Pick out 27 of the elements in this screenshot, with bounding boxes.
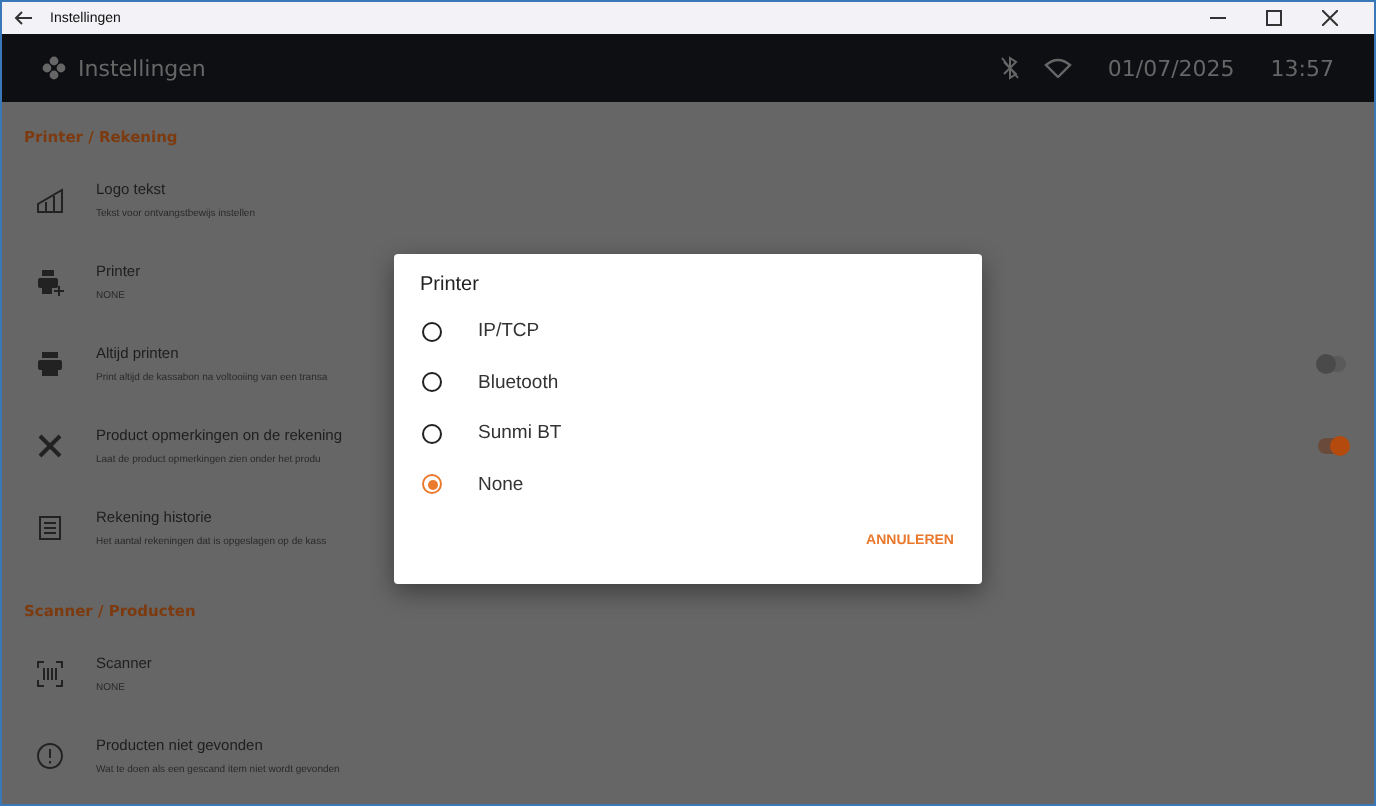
signal-bars-icon: [36, 185, 64, 213]
document-icon: [36, 513, 64, 541]
option-label[interactable]: Bluetooth: [478, 371, 559, 394]
exclamation-circle-icon: [36, 741, 64, 769]
date-text: 01/07/2025: [1107, 55, 1235, 81]
app-title: Instellingen: [78, 55, 206, 81]
maximize-icon[interactable]: [1266, 10, 1282, 26]
radio-button[interactable]: [422, 423, 442, 444]
option-label[interactable]: None: [478, 473, 524, 496]
close-icon[interactable]: [1322, 10, 1338, 26]
option-label[interactable]: Sunmi BT: [478, 422, 562, 445]
dialog-title: Printer: [420, 274, 481, 296]
toggle-switch[interactable]: [1318, 437, 1346, 453]
barcode-scanner-icon: [36, 659, 64, 687]
bluetooth-off-icon: [999, 56, 1020, 80]
toggle-switch[interactable]: [1318, 355, 1346, 371]
time-text: 13:57: [1270, 55, 1334, 81]
radio-button[interactable]: [422, 321, 442, 342]
wifi-icon: [1043, 58, 1072, 78]
radio-button[interactable]: [422, 372, 442, 393]
option-label[interactable]: IP/TCP: [478, 320, 540, 343]
printer-plus-icon: [36, 267, 64, 295]
flower-icon: [42, 56, 66, 80]
radio-button[interactable]: [422, 474, 442, 495]
printer-icon: [36, 349, 64, 377]
back-arrow-icon[interactable]: [14, 10, 34, 26]
cross-tools-icon: [36, 431, 64, 459]
